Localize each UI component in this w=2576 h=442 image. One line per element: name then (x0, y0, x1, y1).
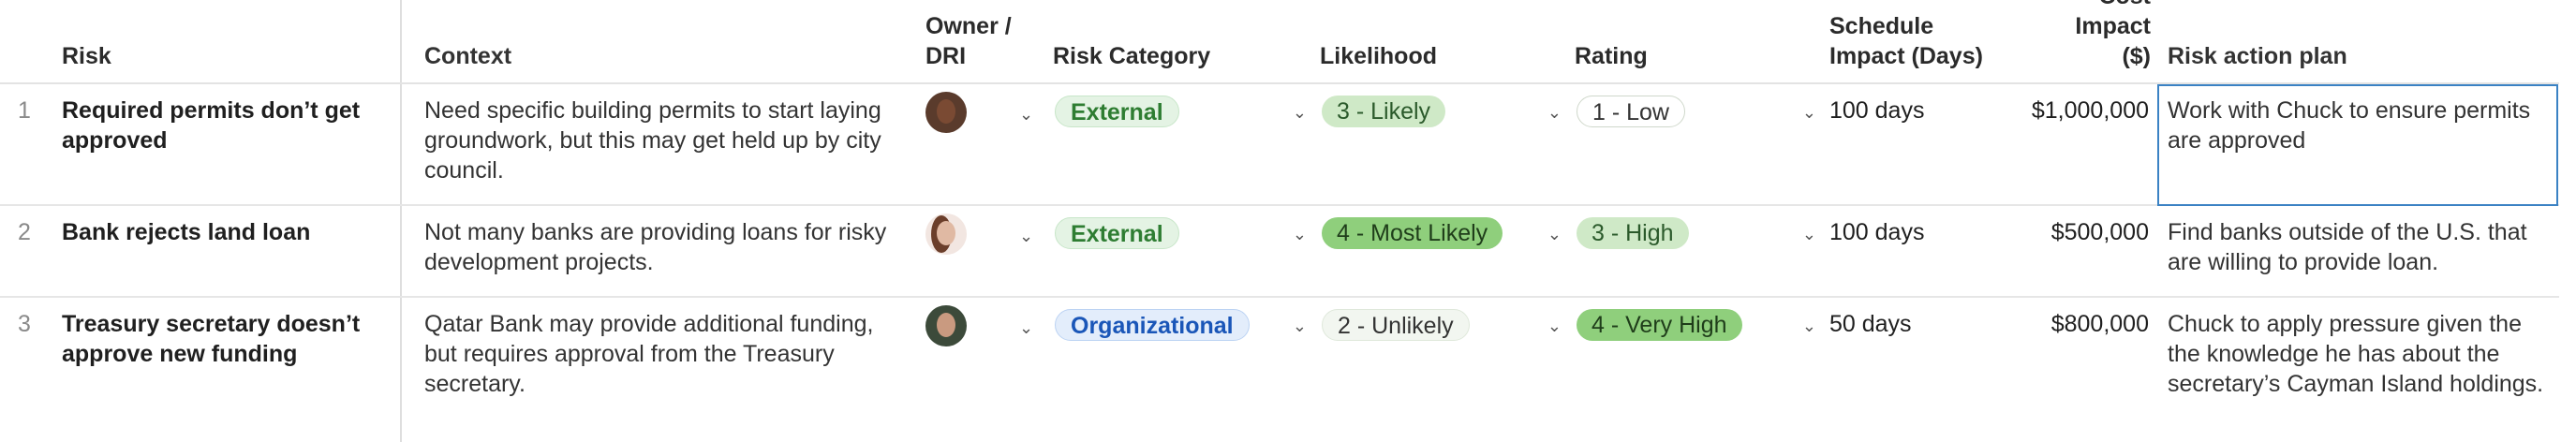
owner-cell[interactable]: ⌄ (912, 298, 1053, 442)
schedule-impact-cell[interactable]: 100 days (1829, 206, 2017, 296)
cost-impact-cell[interactable]: $500,000 (2017, 206, 2151, 296)
risk-cell[interactable]: Bank rejects land loan (49, 206, 400, 296)
context-cell[interactable]: Qatar Bank may provide additional fundin… (400, 298, 912, 442)
rating-pill: 1 - Low (1577, 96, 1685, 127)
table-row[interactable]: 3 Treasury secretary doesn’t approve new… (0, 298, 2559, 442)
column-header-rating[interactable]: Rating (1575, 0, 1829, 82)
avatar (925, 92, 967, 133)
category-pill: Organizational (1055, 309, 1250, 341)
likelihood-pill: 2 - Unlikely (1322, 309, 1470, 341)
cost-impact-cell[interactable]: $1,000,000 (2017, 84, 2151, 204)
context-cell[interactable]: Not many banks are providing loans for r… (400, 206, 912, 296)
schedule-impact-cell[interactable]: 50 days (1829, 298, 2017, 442)
category-pill: External (1055, 96, 1179, 127)
column-header-risk[interactable]: Risk (49, 0, 400, 82)
likelihood-pill: 3 - Likely (1322, 96, 1446, 127)
cost-impact-cell[interactable]: $800,000 (2017, 298, 2151, 442)
likelihood-cell[interactable]: 2 - Unlikely ⌄ (1320, 298, 1575, 442)
column-header-context[interactable]: Context (400, 0, 912, 82)
risk-action-plan-cell[interactable]: Work with Chuck to ensure permits are ap… (2162, 84, 2559, 204)
rating-cell[interactable]: 4 - Very High ⌄ (1575, 298, 1829, 442)
chevron-down-icon[interactable]: ⌄ (1293, 97, 1307, 127)
table-row[interactable]: 1 Required permits don’t get approved Ne… (0, 84, 2559, 206)
likelihood-cell[interactable]: 3 - Likely ⌄ (1320, 84, 1575, 204)
chevron-down-icon[interactable]: ⌄ (1802, 311, 1816, 341)
avatar (925, 214, 967, 255)
category-cell[interactable]: External ⌄ (1053, 84, 1320, 204)
likelihood-pill: 4 - Most Likely (1322, 217, 1503, 249)
likelihood-cell[interactable]: 4 - Most Likely ⌄ (1320, 206, 1575, 296)
category-cell[interactable]: External ⌄ (1053, 206, 1320, 296)
category-cell[interactable]: Organizational ⌄ (1053, 298, 1320, 442)
column-header-cost-impact[interactable]: Cost Impact ($) (2017, 0, 2151, 82)
risk-register-table: Risk Context Owner / DRI Risk Category L… (0, 0, 2576, 442)
risk-cell[interactable]: Required permits don’t get approved (49, 84, 400, 204)
chevron-down-icon[interactable]: ⌄ (1547, 97, 1562, 127)
chevron-down-icon[interactable]: ⌄ (1293, 219, 1307, 249)
column-header-risk-action-plan[interactable]: Risk action plan (2162, 0, 2559, 82)
chevron-down-icon[interactable]: ⌄ (1547, 219, 1562, 249)
chevron-down-icon[interactable]: ⌄ (1802, 219, 1816, 249)
risk-action-plan-cell[interactable]: Chuck to apply pressure given the the kn… (2162, 298, 2559, 442)
chevron-down-icon[interactable]: ⌄ (1802, 97, 1816, 127)
row-number: 1 (18, 97, 31, 124)
rating-pill: 3 - High (1577, 217, 1689, 249)
category-pill: External (1055, 217, 1179, 249)
rating-cell[interactable]: 3 - High ⌄ (1575, 206, 1829, 296)
schedule-impact-cell[interactable]: 100 days (1829, 84, 2017, 204)
risk-action-plan-cell[interactable]: Find banks outside of the U.S. that are … (2162, 206, 2559, 296)
chevron-down-icon[interactable]: ⌄ (1019, 313, 1033, 343)
avatar (925, 305, 967, 346)
row-number: 2 (18, 219, 31, 245)
column-header-schedule-impact[interactable]: Schedule Impact (Days) (1829, 0, 2017, 82)
row-number-header (0, 0, 49, 82)
owner-cell[interactable]: ⌄ (912, 206, 1053, 296)
column-header-category[interactable]: Risk Category (1053, 0, 1320, 82)
column-header-owner[interactable]: Owner / DRI (912, 0, 1053, 82)
context-cell[interactable]: Need specific building permits to start … (400, 84, 912, 204)
chevron-down-icon[interactable]: ⌄ (1019, 221, 1033, 251)
chevron-down-icon[interactable]: ⌄ (1293, 311, 1307, 341)
owner-cell[interactable]: ⌄ (912, 84, 1053, 204)
rating-cell[interactable]: 1 - Low ⌄ (1575, 84, 1829, 204)
risk-cell[interactable]: Treasury secretary doesn’t approve new f… (49, 298, 400, 442)
column-header-likelihood[interactable]: Likelihood (1320, 0, 1575, 82)
chevron-down-icon[interactable]: ⌄ (1547, 311, 1562, 341)
row-number: 3 (18, 311, 31, 337)
table-row[interactable]: 2 Bank rejects land loan Not many banks … (0, 206, 2559, 298)
rating-pill: 4 - Very High (1577, 309, 1742, 341)
chevron-down-icon[interactable]: ⌄ (1019, 99, 1033, 129)
table-header: Risk Context Owner / DRI Risk Category L… (0, 0, 2559, 84)
